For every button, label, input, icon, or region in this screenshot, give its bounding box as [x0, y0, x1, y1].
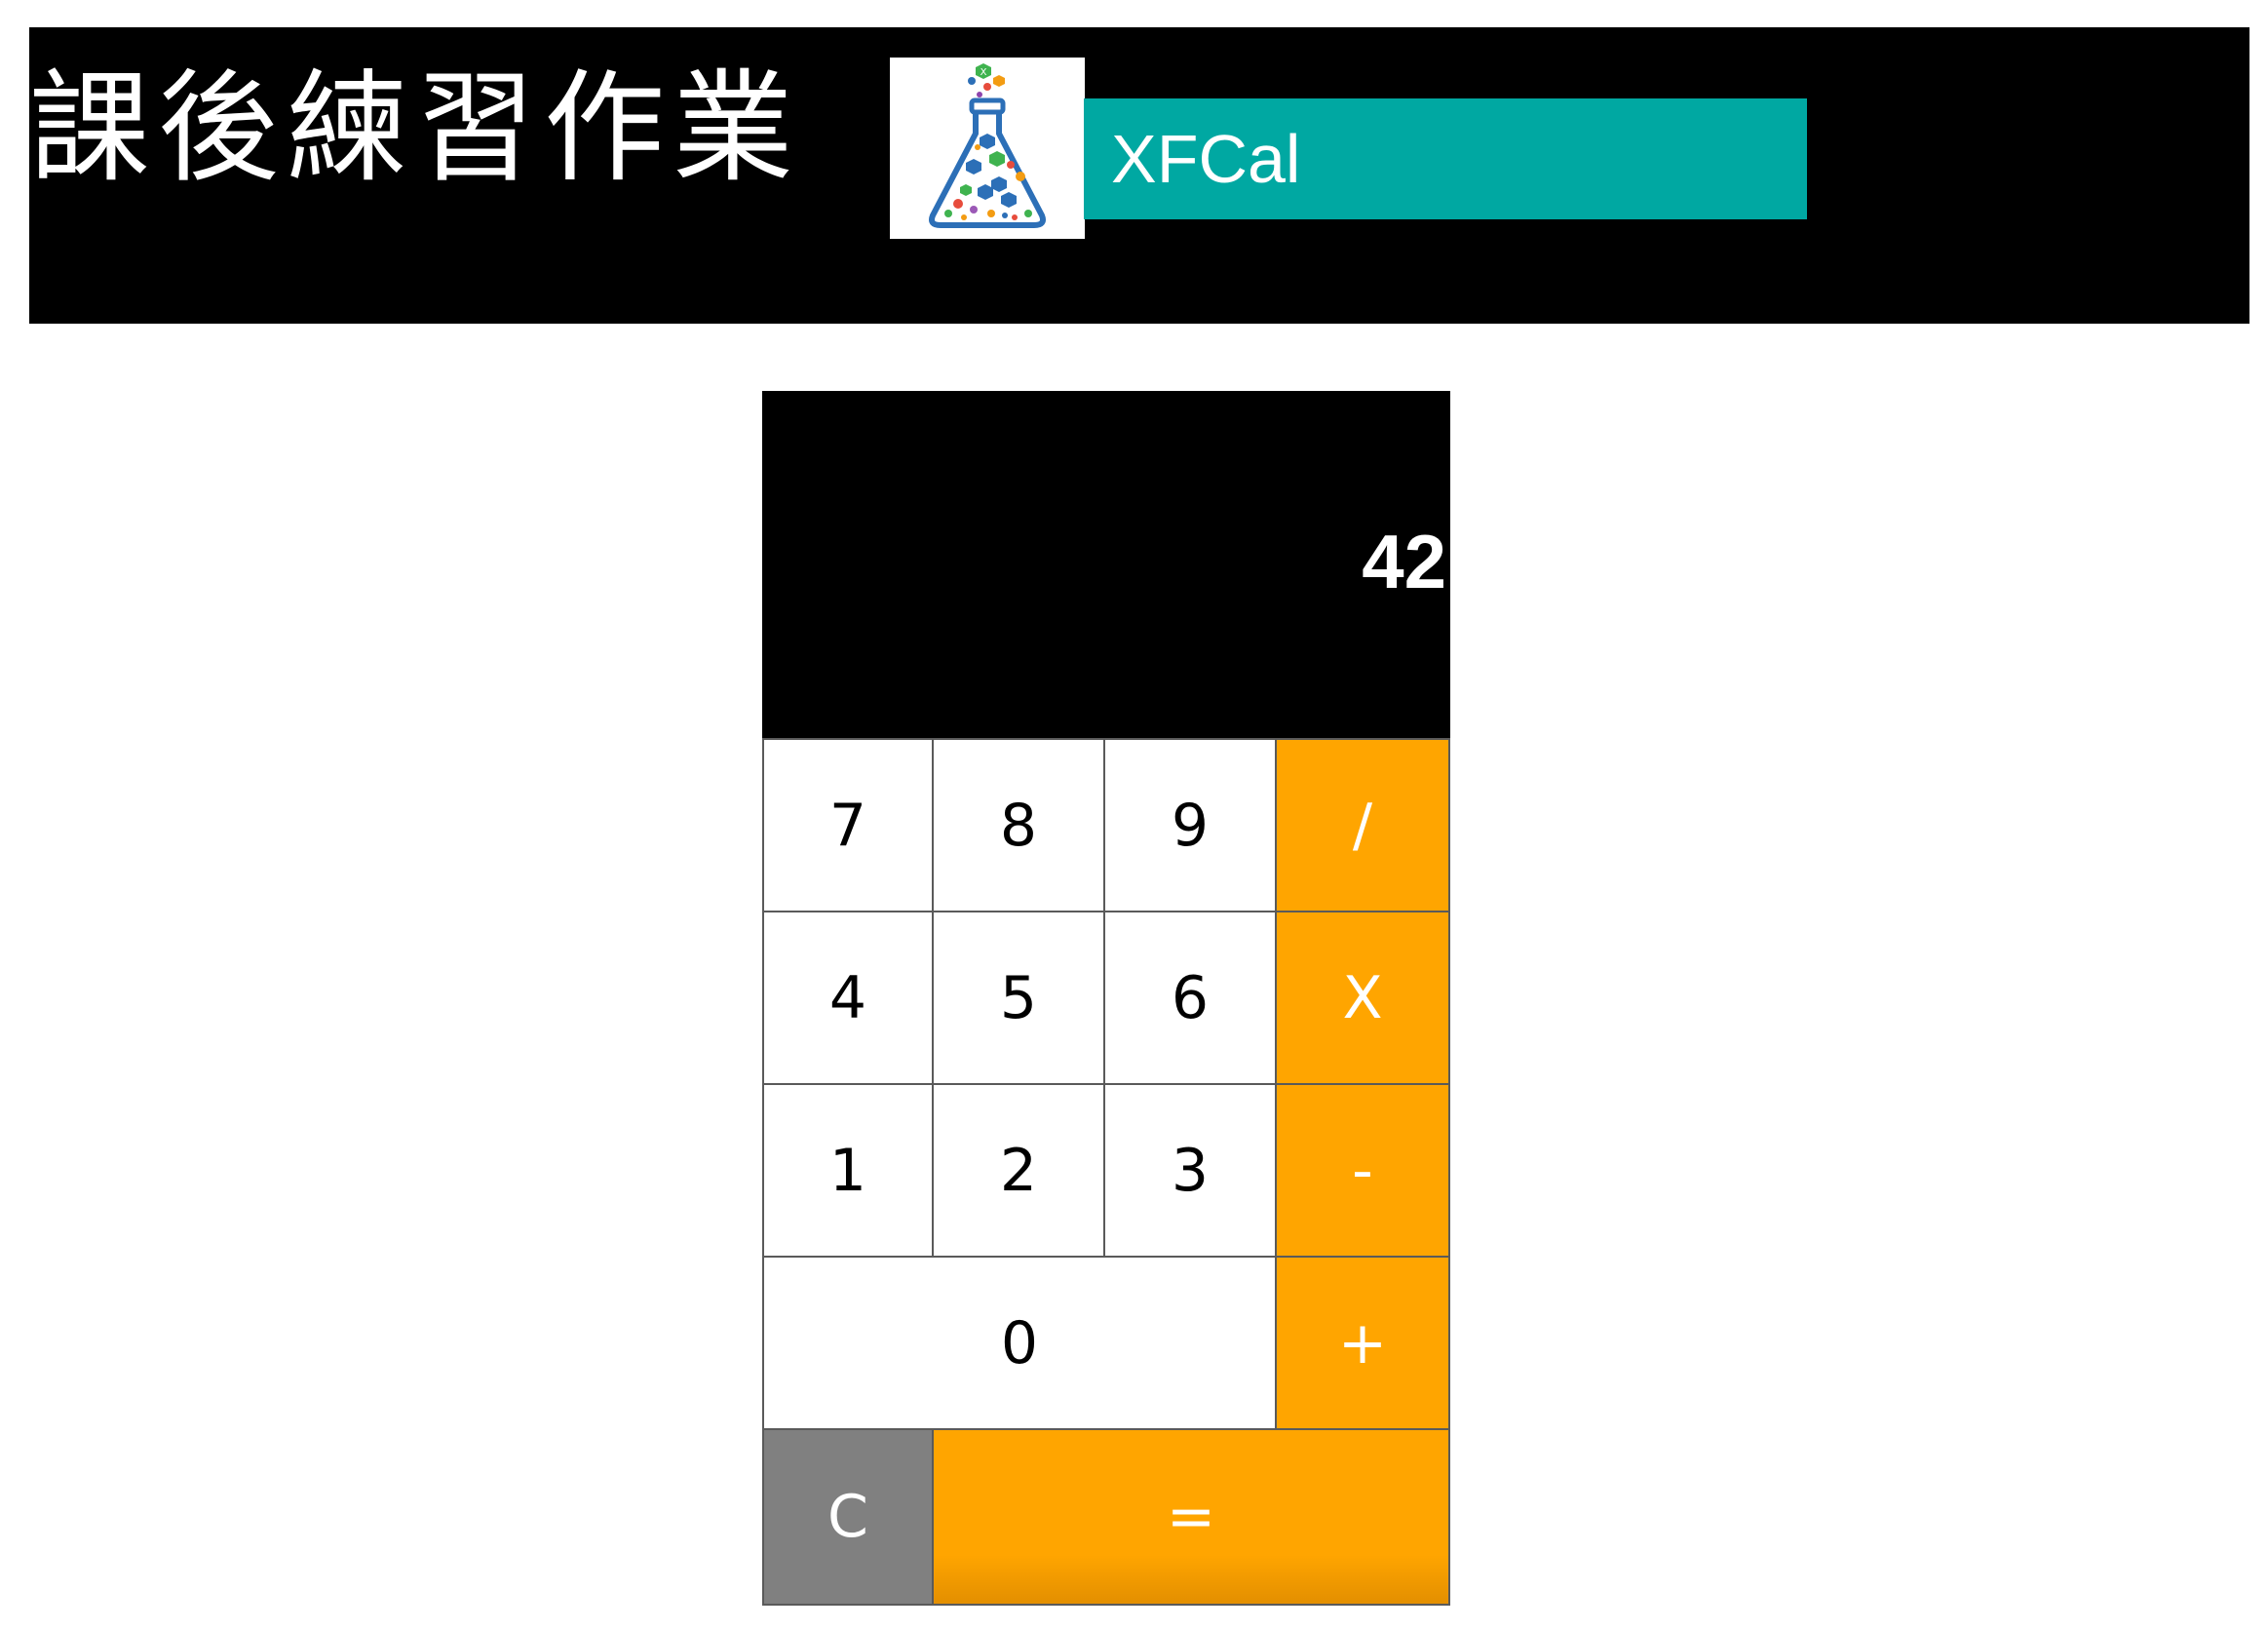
calculator-display: 42	[762, 391, 1450, 738]
multiply-button[interactable]: X	[1277, 912, 1448, 1083]
key-7[interactable]: 7	[764, 740, 932, 911]
divide-button[interactable]: /	[1277, 740, 1448, 911]
clear-button[interactable]: C	[764, 1430, 932, 1604]
keypad: 7 8 9 / 4 5 6 X 1 2 3 - 0 + C =	[762, 738, 1450, 1606]
key-2[interactable]: 2	[934, 1085, 1103, 1256]
key-8[interactable]: 8	[934, 740, 1103, 911]
key-5[interactable]: 5	[934, 912, 1103, 1083]
key-4[interactable]: 4	[764, 912, 932, 1083]
app-name: XFCal	[1111, 121, 1301, 197]
key-1[interactable]: 1	[764, 1085, 932, 1256]
key-6[interactable]: 6	[1105, 912, 1275, 1083]
calculator: 42 7 8 9 / 4 5 6 X 1 2 3 - 0 + C =	[762, 391, 1450, 1606]
equals-button[interactable]: =	[934, 1430, 1448, 1604]
key-0[interactable]: 0	[764, 1258, 1275, 1428]
flask-logo-icon: X	[890, 58, 1085, 239]
svg-text:X: X	[980, 67, 987, 78]
key-9[interactable]: 9	[1105, 740, 1275, 911]
key-3[interactable]: 3	[1105, 1085, 1275, 1256]
subtract-button[interactable]: -	[1277, 1085, 1448, 1256]
add-button[interactable]: +	[1277, 1258, 1448, 1428]
app-name-bar: XFCal	[1084, 98, 1807, 219]
display-value: 42	[1362, 519, 1446, 604]
page-title: 課後練習作業	[29, 58, 802, 199]
